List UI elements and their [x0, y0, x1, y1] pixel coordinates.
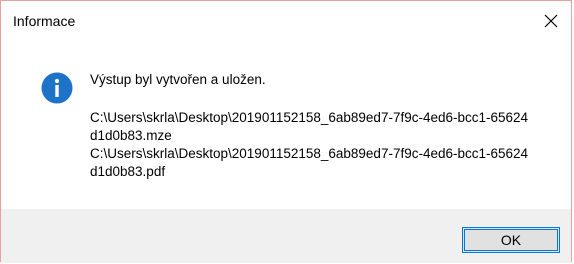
- button-bar: OK: [1, 209, 571, 263]
- path-line: C:\Users\skrla\Desktop\201901152158_6ab8…: [90, 146, 529, 161]
- dialog-content: Výstup byl vytvořen a uložen. C:\Users\s…: [1, 41, 571, 209]
- output-paths: C:\Users\skrla\Desktop\201901152158_6ab8…: [90, 109, 528, 181]
- path-line: C:\Users\skrla\Desktop\201901152158_6ab8…: [90, 110, 529, 125]
- ok-button[interactable]: OK: [462, 227, 560, 253]
- info-icon: [41, 72, 73, 104]
- dialog-title: Informace: [13, 13, 76, 29]
- close-button[interactable]: [531, 1, 571, 41]
- message-dialog: Informace Výstup byl vytvořen a uložen. …: [0, 0, 572, 263]
- title-bar[interactable]: Informace: [1, 1, 571, 41]
- path-line: d1d0b83.mze: [90, 128, 172, 143]
- close-icon: [544, 14, 558, 28]
- message-text: Výstup byl vytvořen a uložen.: [90, 72, 266, 87]
- path-line: d1d0b83.pdf: [90, 164, 166, 179]
